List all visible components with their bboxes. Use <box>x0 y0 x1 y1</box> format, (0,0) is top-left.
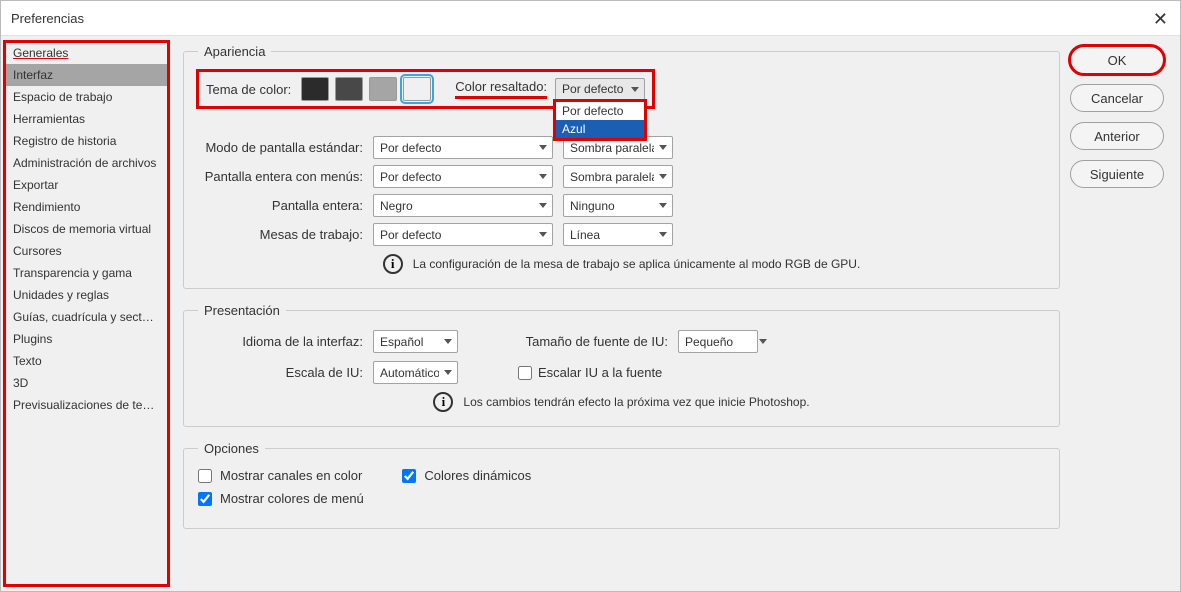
sidebar-item-herramientas[interactable]: Herramientas <box>5 108 168 130</box>
appearance-legend: Apariencia <box>198 44 271 59</box>
screen-mode-label: Pantalla entera con menús: <box>205 169 363 184</box>
screen-mode-border-select[interactable]: Sombra paralela <box>563 136 673 159</box>
screen-mode-border-select[interactable]: Ninguno <box>563 194 673 217</box>
sidebar-item-texto[interactable]: Texto <box>5 350 168 372</box>
sidebar-item-cursores[interactable]: Cursores <box>5 240 168 262</box>
scale-to-font-checkbox[interactable] <box>518 366 532 380</box>
sidebar-item-discos-de-memoria-virtual[interactable]: Discos de memoria virtual <box>5 218 168 240</box>
artboard-info-text: La configuración de la mesa de trabajo s… <box>413 257 861 271</box>
sidebar-item-transparencia-y-gama[interactable]: Transparencia y gama <box>5 262 168 284</box>
restart-info: i Los cambios tendrán efecto la próxima … <box>198 392 1045 412</box>
sidebar-item-3d[interactable]: 3D <box>5 372 168 394</box>
option-azul[interactable]: Azul <box>556 120 644 138</box>
info-icon: i <box>433 392 453 412</box>
info-icon: i <box>383 254 403 274</box>
screen-mode-color-select[interactable]: Por defecto <box>373 165 553 188</box>
appearance-group: Apariencia Tema de color: Color resaltad… <box>183 44 1060 289</box>
show-menu-colors-label: Mostrar colores de menú <box>220 491 364 506</box>
screen-mode-row-3: Mesas de trabajo: Por defecto Línea <box>198 223 1045 246</box>
color-theme-label: Tema de color: <box>206 82 291 97</box>
dynamic-colors-checkbox[interactable] <box>402 469 416 483</box>
ui-scale-select[interactable]: Automático <box>373 361 458 384</box>
options-legend: Opciones <box>198 441 265 456</box>
sidebar-item-administraci-n-de-archivos[interactable]: Administración de archivos <box>5 152 168 174</box>
sidebar: GeneralesInterfazEspacio de trabajoHerra… <box>4 41 169 586</box>
sidebar-item-plugins[interactable]: Plugins <box>5 328 168 350</box>
next-button[interactable]: Siguiente <box>1070 160 1164 188</box>
highlight-color-select[interactable]: Por defecto <box>555 78 645 101</box>
sidebar-item-exportar[interactable]: Exportar <box>5 174 168 196</box>
sidebar-item-gu-as-cuadr-cula-y-sectores[interactable]: Guías, cuadrícula y sectores <box>5 306 168 328</box>
prev-button[interactable]: Anterior <box>1070 122 1164 150</box>
language-select[interactable]: Español <box>373 330 458 353</box>
close-icon[interactable]: ✕ <box>1153 9 1168 30</box>
screen-mode-label: Mesas de trabajo: <box>260 227 363 242</box>
artboard-info: i La configuración de la mesa de trabajo… <box>198 254 1045 274</box>
restart-info-text: Los cambios tendrán efecto la próxima ve… <box>463 395 809 409</box>
show-channels-label: Mostrar canales en color <box>220 468 362 483</box>
highlight-color-value: Por defecto <box>562 82 623 96</box>
screen-mode-color-select[interactable]: Negro <box>373 194 553 217</box>
highlight-color-label: Color resaltado: <box>455 79 547 99</box>
presentation-legend: Presentación <box>198 303 286 318</box>
language-label: Idioma de la interfaz: <box>198 334 363 349</box>
screen-mode-label: Pantalla entera: <box>272 198 363 213</box>
dialog-buttons: OK Cancelar Anterior Siguiente <box>1070 36 1180 591</box>
option-por-defecto[interactable]: Por defecto <box>556 102 644 120</box>
highlight-color-options: Por defecto Azul <box>555 101 645 139</box>
font-size-select[interactable]: Pequeño <box>678 330 758 353</box>
screen-mode-color-select[interactable]: Por defecto <box>373 223 553 246</box>
color-theme-swatches <box>301 77 431 101</box>
presentation-group: Presentación Idioma de la interfaz: Espa… <box>183 303 1060 427</box>
screen-mode-label: Modo de pantalla estándar: <box>205 140 363 155</box>
options-group: Opciones Mostrar canales en color Colore… <box>183 441 1060 529</box>
font-size-label: Tamaño de fuente de IU: <box>518 334 668 349</box>
dynamic-colors-label: Colores dinámicos <box>424 468 531 483</box>
ok-button[interactable]: OK <box>1070 46 1164 74</box>
sidebar-item-registro-de-historia[interactable]: Registro de historia <box>5 130 168 152</box>
theme-swatch-1[interactable] <box>335 77 363 101</box>
sidebar-item-previsualizaciones-de-tecnolog-a[interactable]: Previsualizaciones de tecnología <box>5 394 168 416</box>
dialog-title: Preferencias <box>11 11 84 26</box>
sidebar-item-rendimiento[interactable]: Rendimiento <box>5 196 168 218</box>
show-channels-checkbox[interactable] <box>198 469 212 483</box>
screen-mode-row-2: Pantalla entera: Negro Ninguno <box>198 194 1045 217</box>
cancel-button[interactable]: Cancelar <box>1070 84 1164 112</box>
screen-mode-border-select[interactable]: Línea <box>563 223 673 246</box>
screen-mode-border-select[interactable]: Sombra paralela <box>563 165 673 188</box>
preferences-dialog: Preferencias ✕ GeneralesInterfazEspacio … <box>0 0 1181 592</box>
sidebar-item-unidades-y-reglas[interactable]: Unidades y reglas <box>5 284 168 306</box>
sidebar-item-espacio-de-trabajo[interactable]: Espacio de trabajo <box>5 86 168 108</box>
scale-to-font-label: Escalar IU a la fuente <box>538 365 662 380</box>
content-area: Apariencia Tema de color: Color resaltad… <box>169 36 1070 591</box>
screen-mode-row-1: Pantalla entera con menús: Por defecto Som… <box>198 165 1045 188</box>
titlebar: Preferencias ✕ <box>1 1 1180 36</box>
theme-swatch-3[interactable] <box>403 77 431 101</box>
theme-swatch-0[interactable] <box>301 77 329 101</box>
theme-swatch-2[interactable] <box>369 77 397 101</box>
sidebar-item-generales[interactable]: Generales <box>5 42 168 64</box>
screen-mode-row-0: Modo de pantalla estándar: Por defecto Som… <box>198 136 1045 159</box>
sidebar-item-interfaz[interactable]: Interfaz <box>5 64 168 86</box>
screen-mode-color-select[interactable]: Por defecto <box>373 136 553 159</box>
ui-scale-label: Escala de IU: <box>198 365 363 380</box>
show-menu-colors-checkbox[interactable] <box>198 492 212 506</box>
